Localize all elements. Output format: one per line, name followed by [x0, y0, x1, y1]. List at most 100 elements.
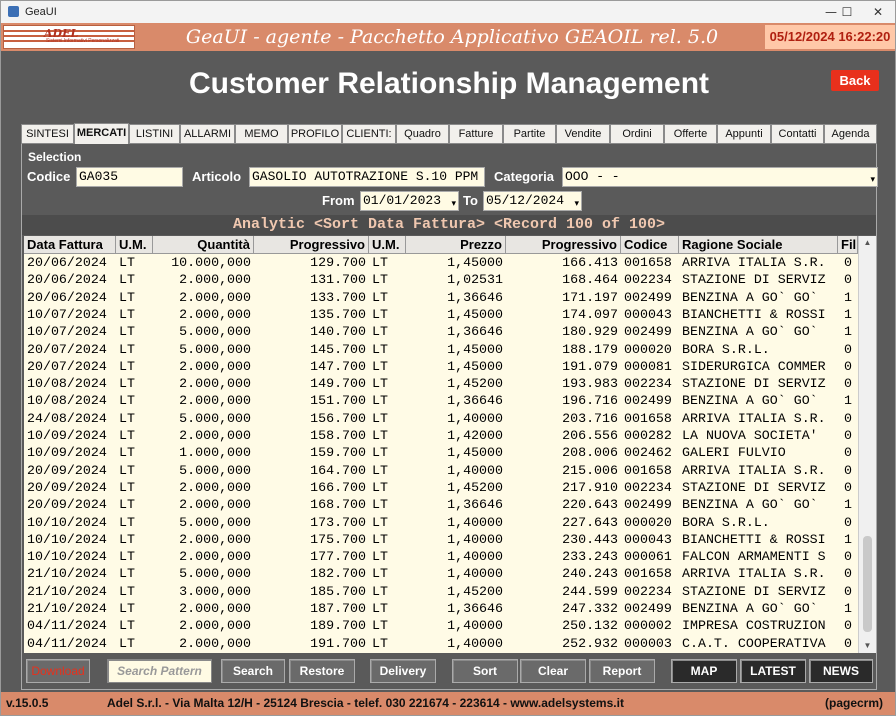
table-row[interactable]: 21/10/2024 LT 5.000,000 182.700 LT 1,40000 240…	[24, 565, 858, 582]
cell-progressivo-2: 217.910	[562, 479, 618, 495]
tab-sintesi[interactable]: SINTESI	[21, 124, 74, 144]
cell-progressivo-2: 252.932	[562, 635, 618, 651]
cell-prezzo: 1,02531	[447, 272, 503, 288]
articolo-field[interactable]: GASOLIO AUTOTRAZIONE S.10 PPM	[249, 167, 485, 187]
col-progressivo-2[interactable]: Progressivo	[506, 236, 621, 254]
sort-button[interactable]: Sort	[452, 659, 518, 683]
restore-button[interactable]: Restore	[289, 659, 355, 683]
invoice-table[interactable]: Data Fattura U.M. Quantità Progressivo U…	[24, 236, 858, 653]
tab-agenda[interactable]: Agenda	[824, 124, 877, 144]
categoria-select[interactable]: OOO - - ▾	[562, 167, 878, 187]
news-button[interactable]: NEWS	[809, 659, 873, 683]
table-row[interactable]: 10/10/2024 LT 5.000,000 173.700 LT 1,40000 227…	[24, 514, 858, 531]
table-row[interactable]: 24/08/2024 LT 5.000,000 156.700 LT 1,40000 203…	[24, 410, 858, 427]
col-um[interactable]: U.M.	[116, 236, 153, 254]
col-filiale[interactable]: Fil.	[838, 236, 858, 254]
table-row[interactable]: 20/06/2024 LT 2.000,000 133.700 LT 1,36646 171…	[24, 289, 858, 306]
tab-vendite[interactable]: Vendite	[556, 124, 610, 144]
scroll-up-icon[interactable]: ▲	[859, 236, 876, 250]
search-pattern-input[interactable]: Search Pattern	[107, 659, 212, 683]
scroll-thumb[interactable]	[863, 536, 872, 632]
cell-filiale: 0	[844, 549, 852, 565]
tab-mercati[interactable]: MERCATI	[74, 123, 129, 144]
table-row[interactable]: 10/10/2024 LT 2.000,000 175.700 LT 1,40000 230…	[24, 531, 858, 548]
table-row[interactable]: 20/09/2024 LT 2.000,000 168.700 LT 1,36646 220…	[24, 496, 858, 513]
cell-ragione-sociale: BENZINA A GO` GO`	[682, 324, 818, 340]
scroll-down-icon[interactable]: ▼	[859, 639, 876, 653]
from-date-field[interactable]: 01/01/2023 ▾	[360, 191, 459, 211]
table-row[interactable]: 21/10/2024 LT 3.000,000 185.700 LT 1,45200 244…	[24, 583, 858, 600]
app-title: GeaUI - agente - Pacchetto Applicativo G…	[185, 26, 719, 48]
cell-filiale: 0	[844, 583, 852, 599]
cell-um: LT	[119, 618, 135, 634]
report-button[interactable]: Report	[589, 659, 655, 683]
title-bar: GeaUI — ☐ ✕	[1, 1, 895, 23]
col-codice[interactable]: Codice	[621, 236, 679, 254]
col-prezzo[interactable]: Prezzo	[406, 236, 506, 254]
table-row[interactable]: 10/09/2024 LT 1.000,000 159.700 LT 1,45000 208…	[24, 444, 858, 461]
table-row[interactable]: 04/11/2024 LT 2.000,000 191.700 LT 1,40000 252…	[24, 635, 858, 652]
table-row[interactable]: 20/07/2024 LT 5.000,000 145.700 LT 1,45000 188…	[24, 341, 858, 358]
table-row[interactable]: 10/10/2024 LT 2.000,000 177.700 LT 1,40000 233…	[24, 548, 858, 565]
datetime-display: 05/12/2024 16:22:20	[765, 25, 895, 49]
cell-prezzo: 1,36646	[447, 393, 503, 409]
col-quantita[interactable]: Quantità	[153, 236, 254, 254]
to-date-field[interactable]: 05/12/2024 ▾	[483, 191, 582, 211]
cell-um-2: LT	[372, 566, 388, 582]
maximize-button[interactable]: ☐	[832, 1, 862, 23]
table-row[interactable]: 20/06/2024 LT 2.000,000 131.700 LT 1,02531 168…	[24, 271, 858, 288]
delivery-button[interactable]: Delivery	[370, 659, 436, 683]
search-button[interactable]: Search	[221, 659, 285, 683]
cell-data-fattura: 10/07/2024	[27, 324, 107, 340]
tab-partite[interactable]: Partite	[503, 124, 556, 144]
table-row[interactable]: 21/10/2024 LT 2.000,000 187.700 LT 1,36646 247…	[24, 600, 858, 617]
cell-progressivo: 189.700	[310, 618, 366, 634]
cell-um-2: LT	[372, 376, 388, 392]
cell-filiale: 0	[844, 479, 852, 495]
map-button[interactable]: MAP	[671, 659, 737, 683]
codice-field[interactable]: GA035	[76, 167, 183, 187]
cell-codice: 000020	[624, 514, 672, 530]
col-um-2[interactable]: U.M.	[369, 236, 406, 254]
tab-profilo[interactable]: PROFILO	[288, 124, 342, 144]
col-progressivo[interactable]: Progressivo	[254, 236, 369, 254]
latest-button[interactable]: LATEST	[740, 659, 806, 683]
table-row[interactable]: 10/08/2024 LT 2.000,000 151.700 LT 1,36646 196…	[24, 392, 858, 409]
logo-subtext: Sistemi Informativi Personalizzati	[46, 38, 120, 44]
clear-button[interactable]: Clear	[520, 659, 586, 683]
tab-offerte[interactable]: Offerte	[664, 124, 717, 144]
table-row[interactable]: 10/09/2024 LT 2.000,000 158.700 LT 1,42000 206…	[24, 427, 858, 444]
cell-progressivo-2: 227.643	[562, 514, 618, 530]
tab-memo[interactable]: MEMO	[235, 124, 288, 144]
cell-quantita: 2.000,000	[179, 376, 251, 392]
table-row[interactable]: 04/11/2024 LT 2.000,000 189.700 LT 1,40000 250…	[24, 617, 858, 634]
table-row[interactable]: 20/06/2024 LT 10.000,000 129.700 LT 1,45000 16…	[24, 254, 858, 271]
tab-listini[interactable]: LISTINI	[129, 124, 180, 144]
table-row[interactable]: 10/07/2024 LT 5.000,000 140.700 LT 1,36646 180…	[24, 323, 858, 340]
tab-fatture[interactable]: Fatture	[449, 124, 503, 144]
tab-ordini[interactable]: Ordini	[610, 124, 664, 144]
tab-appunti[interactable]: Appunti	[717, 124, 771, 144]
cell-um-2: LT	[372, 583, 388, 599]
col-ragione-sociale[interactable]: Ragione Sociale	[679, 236, 838, 254]
cell-um-2: LT	[372, 531, 388, 547]
table-row[interactable]: 10/08/2024 LT 2.000,000 149.700 LT 1,45200 193…	[24, 375, 858, 392]
tab-quadro[interactable]: Quadro	[396, 124, 449, 144]
table-row[interactable]: 20/07/2024 LT 2.000,000 147.700 LT 1,45000 191…	[24, 358, 858, 375]
close-button[interactable]: ✕	[863, 1, 893, 23]
back-button[interactable]: Back	[831, 70, 879, 91]
cell-prezzo: 1,40000	[447, 618, 503, 634]
table-scrollbar[interactable]: ▲ ▼	[858, 236, 876, 653]
tab-contatti[interactable]: Contatti	[771, 124, 824, 144]
codice-label: Codice	[27, 169, 71, 184]
cell-quantita: 2.000,000	[179, 393, 251, 409]
col-data-fattura[interactable]: Data Fattura	[24, 236, 116, 254]
cell-ragione-sociale: BIANCHETTI & ROSSI	[682, 306, 826, 322]
table-row[interactable]: 10/07/2024 LT 2.000,000 135.700 LT 1,45000 174…	[24, 306, 858, 323]
table-row[interactable]: 20/09/2024 LT 5.000,000 164.700 LT 1,40000 215…	[24, 462, 858, 479]
tab-clienti[interactable]: CLIENTI:	[342, 124, 396, 144]
cell-codice: 000081	[624, 358, 672, 374]
table-row[interactable]: 20/09/2024 LT 2.000,000 166.700 LT 1,45200 217…	[24, 479, 858, 496]
tab-allarmi[interactable]: ALLARMI	[180, 124, 235, 144]
download-button[interactable]: Download	[26, 659, 90, 683]
